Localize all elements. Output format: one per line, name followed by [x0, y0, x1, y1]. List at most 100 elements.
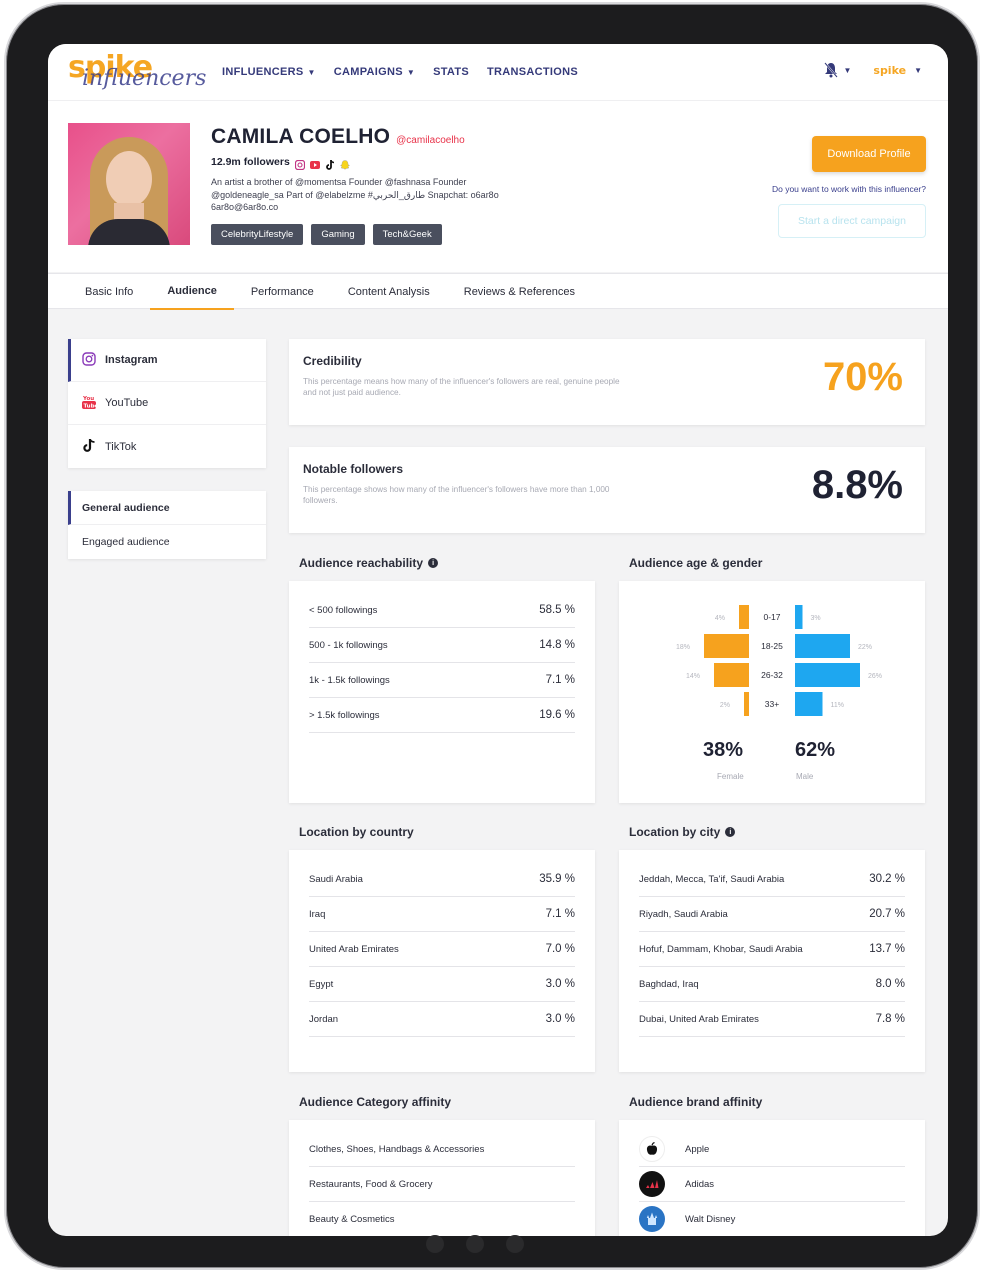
table-row: 500 - 1k followings 14.8 %: [309, 628, 575, 663]
row-label: Hofuf, Dammam, Khobar, Saudi Arabia: [639, 943, 803, 955]
age-category-label: 33+: [765, 699, 779, 709]
category-tags: CelebrityLifestyle Gaming Tech&Geek: [211, 224, 442, 245]
country-card: Saudi Arabia 35.9 % Iraq 7.1 % United Arab…: [289, 850, 595, 1072]
sidebar-item-general-audience[interactable]: General audience: [68, 491, 266, 525]
row-value: 30.2 %: [869, 873, 905, 885]
table-row: Egypt 3.0 %: [309, 967, 575, 1002]
list-item: Walt Disney: [639, 1202, 905, 1236]
start-campaign-button[interactable]: Start a direct campaign: [778, 204, 926, 238]
country-title: Location by country: [299, 825, 414, 839]
tiktok-icon[interactable]: [325, 157, 335, 170]
row-value: 3.0 %: [545, 1013, 575, 1025]
male-bar-33+: [795, 692, 823, 716]
age-gender-svg: 0-17 4% 3% 18-25 18% 22% 26-32 14% 26% 33+ 2% 11%: [676, 605, 882, 716]
city-card: Jeddah, Mecca, Ta'if, Saudi Arabia 30.2 %…: [619, 850, 925, 1072]
work-question: Do you want to work with this influencer…: [771, 184, 926, 194]
table-row: Iraq 7.1 %: [309, 897, 575, 932]
profile-tabs: Basic Info Audience Performance Content …: [48, 273, 948, 310]
audience-type-list: General audience Engaged audience: [68, 491, 266, 559]
row-label: > 1.5k followings: [309, 709, 380, 721]
info-icon[interactable]: i: [725, 827, 736, 837]
tab-basic-info[interactable]: Basic Info: [68, 274, 150, 310]
city-title-text: Location by city: [629, 825, 721, 839]
nav-influencers[interactable]: INFLUENCERS ▼: [222, 66, 316, 78]
nav-campaigns[interactable]: CAMPAIGNS ▼: [334, 66, 415, 78]
screen: spike influencers INFLUENCERS ▼ CAMPAIGNS…: [48, 44, 948, 1236]
male-pct-label: 3%: [811, 615, 821, 622]
credibility-description: This percentage means how many of the in…: [303, 377, 620, 397]
female-bar-18-25: [704, 634, 749, 658]
brand-label: Adidas: [685, 1178, 715, 1190]
female-percentage: 38%: [703, 739, 744, 761]
row-value: 14.8 %: [539, 639, 575, 651]
download-profile-button[interactable]: Download Profile: [812, 136, 926, 172]
nav-right: ▼ spike ▼: [824, 62, 922, 78]
reachability-title: Audience reachability i: [299, 556, 439, 570]
nav-campaigns-label: CAMPAIGNS: [333, 66, 403, 78]
row-label: Baghdad, Iraq: [639, 978, 699, 990]
age-category-label: 18-25: [761, 641, 783, 651]
influencer-bio: An artist a brother of @momentsa Founder…: [211, 177, 499, 212]
notable-followers-description: This percentage shows how many of the in…: [303, 485, 610, 505]
male-bar-0-17: [795, 605, 803, 629]
female-label: Female: [717, 772, 744, 781]
profile-photo: [68, 123, 190, 245]
influencer-handle[interactable]: @camilacoelho: [396, 135, 465, 146]
city-title: Location by city i: [629, 825, 736, 839]
nav-transactions[interactable]: TRANSACTIONS: [487, 66, 578, 78]
tag[interactable]: CelebrityLifestyle: [211, 224, 304, 245]
svg-text:Tube: Tube: [84, 403, 97, 409]
credibility-card: Credibility This percentage means how ma…: [289, 339, 925, 425]
table-row: Jeddah, Mecca, Ta'if, Saudi Arabia 30.2 %: [639, 862, 905, 897]
snapchat-icon[interactable]: [339, 157, 350, 170]
nav-influencers-label: INFLUENCERS: [222, 66, 304, 78]
sidebar-item-tiktok[interactable]: TikTok: [68, 425, 266, 468]
chevron-down-icon: ▼: [843, 65, 852, 75]
tab-audience[interactable]: Audience: [150, 274, 234, 310]
row-label: Dubai, United Arab Emirates: [639, 1013, 759, 1025]
notifications-button[interactable]: ▼: [824, 62, 851, 78]
youtube-icon[interactable]: [309, 157, 320, 169]
list-item: Adidas: [639, 1167, 905, 1202]
sidebar-item-youtube[interactable]: YouTube YouTube: [68, 382, 266, 425]
chevron-down-icon: ▼: [307, 67, 316, 77]
brand-label: Walt Disney: [685, 1213, 736, 1225]
female-bar-26-32: [714, 663, 749, 687]
chevron-down-icon: ▼: [914, 65, 922, 75]
info-icon[interactable]: i: [428, 558, 439, 568]
nav-stats[interactable]: STATS: [433, 66, 469, 78]
followers-row: 12.9m followers: [211, 156, 350, 171]
top-navigation: spike influencers INFLUENCERS ▼ CAMPAIGNS…: [48, 44, 948, 100]
chevron-down-icon: ▼: [406, 67, 416, 77]
tablet-frame: spike influencers INFLUENCERS ▼ CAMPAIGNS…: [4, 2, 980, 1270]
user-menu[interactable]: spike ▼: [873, 64, 922, 77]
male-label: Male: [796, 772, 814, 781]
tab-performance[interactable]: Performance: [234, 274, 331, 310]
tag[interactable]: Gaming: [311, 224, 365, 245]
row-value: 13.7 %: [869, 943, 905, 955]
apple-icon: [639, 1136, 665, 1162]
influencer-name: CAMILA COELHO: [211, 125, 391, 148]
notable-followers-title: Notable followers: [303, 462, 404, 476]
instagram-icon[interactable]: [294, 157, 305, 171]
row-label: Saudi Arabia: [309, 873, 363, 885]
row-value: 3.0 %: [545, 978, 575, 990]
tag[interactable]: Tech&Geek: [372, 224, 442, 245]
age-gender-title-text: Audience age & gender: [629, 556, 763, 570]
sidebar-item-instagram[interactable]: Instagram: [68, 339, 266, 382]
tab-reviews[interactable]: Reviews & References: [447, 274, 592, 310]
sidebar-item-engaged-audience[interactable]: Engaged audience: [68, 525, 266, 559]
tab-content-analysis[interactable]: Content Analysis: [331, 274, 447, 310]
brand-affinity-title-text: Audience brand affinity: [629, 1095, 763, 1109]
row-label: Iraq: [309, 908, 326, 920]
spike-logo[interactable]: spike influencers: [68, 48, 206, 94]
name-row: CAMILA COELHO @camilacoelho: [211, 125, 465, 149]
age-gender-chart: 0-17 4% 3% 18-25 18% 22% 26-32 14% 26% 33+ 2% 11% 3…: [619, 581, 925, 803]
row-value: 58.5 %: [539, 604, 575, 616]
row-label: 1k - 1.5k followings: [309, 674, 390, 686]
row-label: Egypt: [309, 978, 334, 990]
tiktok-icon: [82, 438, 96, 455]
table-row: > 1.5k followings 19.6 %: [309, 698, 575, 733]
row-label: Jeddah, Mecca, Ta'if, Saudi Arabia: [639, 873, 785, 885]
list-item: Beauty & Cosmetics: [309, 1202, 575, 1236]
